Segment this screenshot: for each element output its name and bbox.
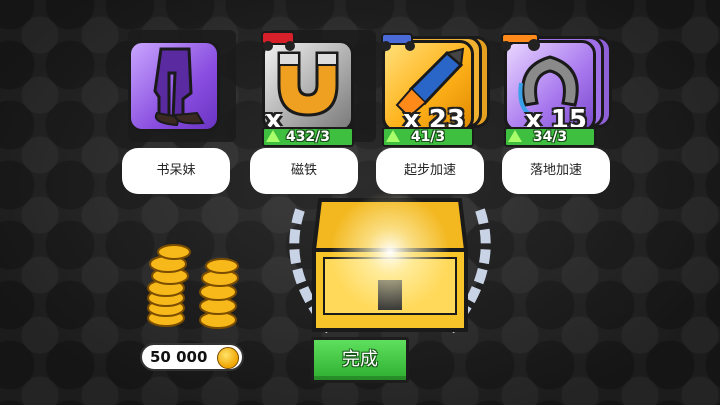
coin-icon	[217, 347, 239, 369]
reward-tile: x 23	[382, 40, 474, 132]
progress-label: 41/3	[410, 129, 446, 145]
coin-stack-icon	[147, 244, 239, 329]
upgrade-arrow-icon	[386, 130, 400, 142]
progress-label: 432/3	[285, 129, 331, 145]
reward-name-landing-boost: 落地加速	[502, 148, 610, 194]
coins-amount-label: 50 000	[150, 348, 208, 366]
vehicle-jeep-icon	[261, 31, 295, 51]
reward-tile: x 135	[262, 40, 354, 132]
reward-tile: x 15	[504, 40, 596, 132]
treasure-chest	[270, 180, 510, 350]
done-button[interactable]: 完成	[311, 337, 409, 383]
coins-amount: 50 000	[140, 343, 244, 371]
upgrade-progress: 41/3	[382, 127, 474, 147]
vehicle-dragster-icon	[501, 33, 540, 51]
reward-tile	[128, 40, 220, 132]
upgrade-arrow-icon	[508, 130, 522, 142]
upgrade-progress: 432/3	[262, 127, 354, 147]
upgrade-arrow-icon	[266, 130, 280, 142]
vehicle-buggy-icon	[381, 33, 415, 51]
progress-label: 34/3	[532, 129, 568, 145]
pants-icon	[153, 47, 205, 127]
upgrade-progress: 34/3	[504, 127, 596, 147]
chest-icon	[289, 192, 491, 334]
reward-name-outfit: 书呆妹	[122, 148, 230, 194]
